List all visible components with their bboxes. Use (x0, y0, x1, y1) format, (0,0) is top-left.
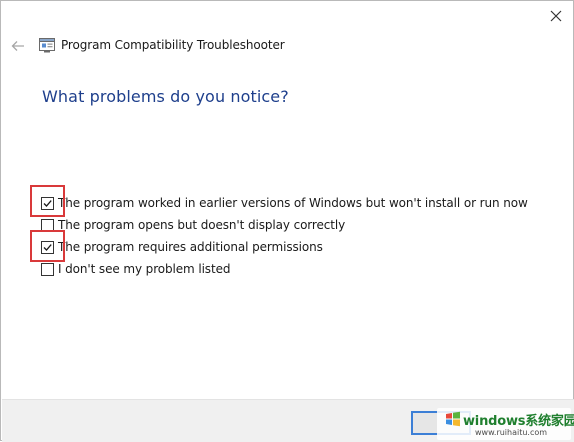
back-arrow-icon (11, 41, 24, 51)
back-button[interactable] (9, 37, 27, 55)
option-label: I don't see my problem listed (58, 262, 231, 276)
option-additional-permissions[interactable]: The program requires additional permissi… (41, 238, 323, 256)
troubleshooter-window: Program Compatibility Troubleshooter Wha… (0, 0, 574, 442)
window-title: Program Compatibility Troubleshooter (61, 38, 285, 52)
checkmark-icon (43, 199, 52, 207)
windows-logo-icon (446, 411, 460, 427)
watermark: windows系统家园 www.ruihaitu.com (437, 408, 574, 440)
watermark-brand: windows系统家园 (463, 414, 574, 429)
watermark-url: www.ruihaitu.com (475, 428, 548, 437)
checkbox-checked[interactable] (41, 196, 54, 210)
page-heading: What problems do you notice? (42, 87, 289, 106)
option-not-listed[interactable]: I don't see my problem listed (41, 260, 230, 278)
checkbox-unchecked[interactable] (41, 262, 54, 276)
option-label: The program opens but doesn't display co… (58, 218, 346, 232)
option-label: The program requires additional permissi… (58, 240, 323, 254)
option-display-incorrect[interactable]: The program opens but doesn't display co… (41, 216, 345, 234)
checkbox-unchecked[interactable] (41, 218, 54, 232)
close-icon (550, 10, 562, 22)
checkbox-checked[interactable] (41, 240, 54, 254)
checkmark-icon (43, 243, 52, 251)
troubleshooter-icon (39, 38, 55, 53)
option-label: The program worked in earlier versions o… (58, 196, 528, 210)
option-earlier-versions[interactable]: The program worked in earlier versions o… (41, 194, 528, 212)
close-button[interactable] (541, 3, 571, 29)
